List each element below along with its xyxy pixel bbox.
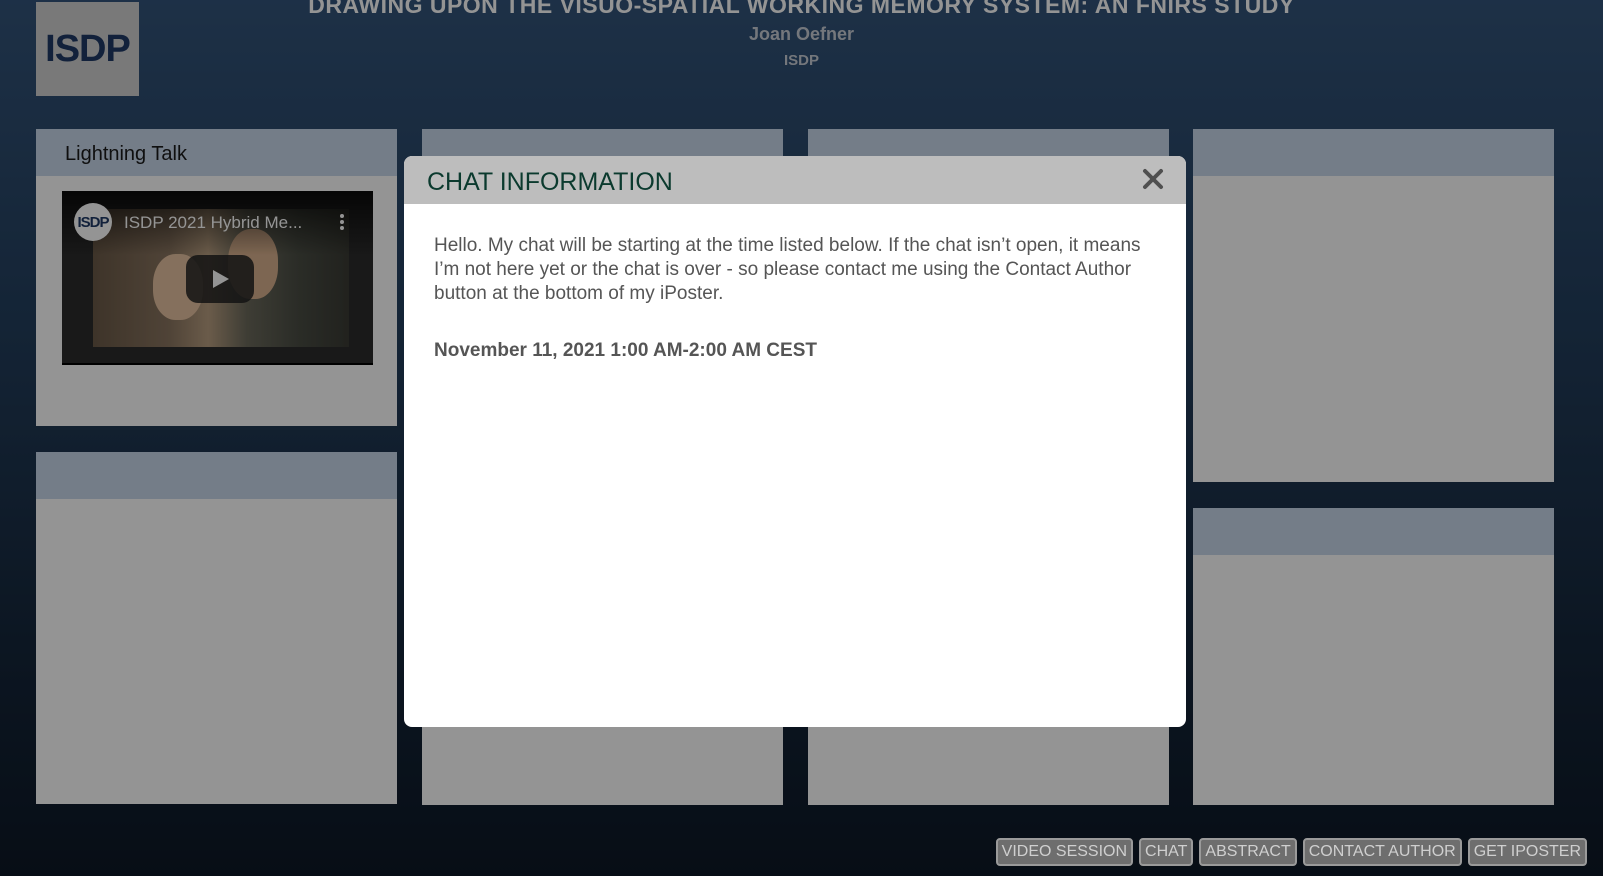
modal-header: CHAT INFORMATION (404, 156, 1186, 204)
chat-information-modal: CHAT INFORMATION Hello. My chat will be … (404, 156, 1186, 727)
close-icon (1143, 169, 1163, 189)
contact-author-button[interactable]: CONTACT AUTHOR (1302, 838, 1462, 866)
video-session-button[interactable]: VIDEO SESSION (995, 838, 1134, 866)
chat-message: Hello. My chat will be starting at the t… (434, 235, 1141, 304)
chat-button[interactable]: CHAT (1139, 838, 1194, 866)
abstract-button[interactable]: ABSTRACT (1199, 838, 1297, 866)
chat-time: November 11, 2021 1:00 AM-2:00 AM CEST (434, 340, 817, 361)
get-iposter-button[interactable]: GET IPOSTER (1467, 838, 1587, 866)
close-button[interactable] (1142, 164, 1164, 198)
modal-title: CHAT INFORMATION (427, 168, 673, 196)
modal-body: Hello. My chat will be starting at the t… (404, 204, 1186, 362)
bottom-toolbar: VIDEO SESSION CHAT ABSTRACT CONTACT AUTH… (995, 838, 1587, 866)
